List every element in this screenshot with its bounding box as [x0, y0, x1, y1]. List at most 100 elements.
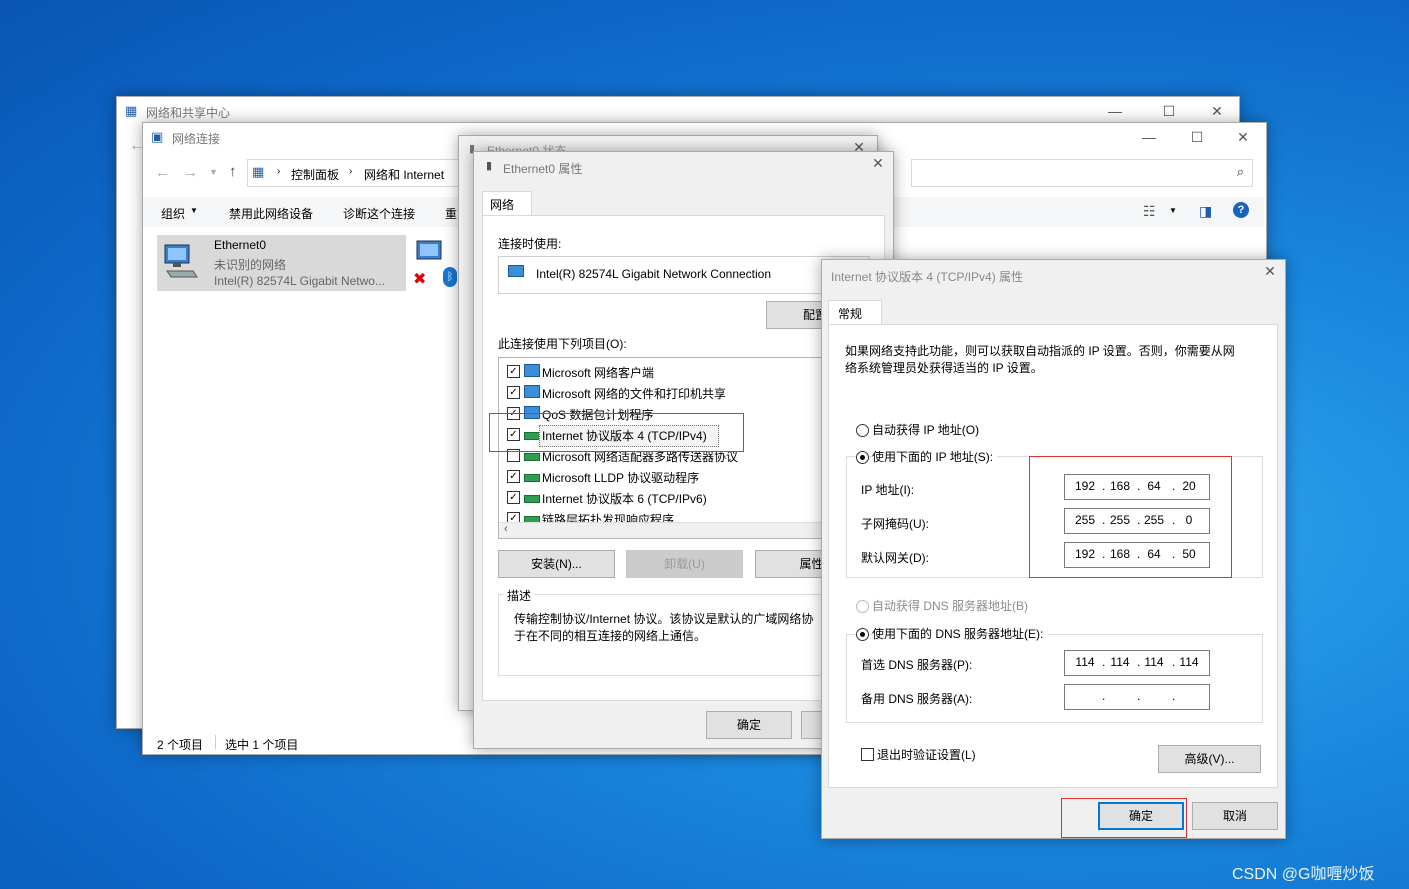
properties-title-icon: ▮ [486, 160, 493, 172]
description-line-2: 于在不同的相互连接的网络上通信。 [514, 629, 707, 643]
maximize-button[interactable]: ☐ [1179, 126, 1215, 148]
forward-arrow-icon[interactable]: → [183, 164, 198, 181]
rename-button[interactable]: 重 [445, 205, 457, 222]
adapter-status: 未识别的网络 [214, 258, 287, 272]
dns1-octet-3: 114 [1144, 655, 1164, 669]
item-checkbox[interactable]: ✓ [507, 386, 520, 399]
bluetooth-adapter-tile[interactable]: ✖ ᛒ [413, 235, 463, 291]
minimize-button[interactable]: — [1131, 126, 1167, 148]
file-sharing-icon [524, 385, 540, 398]
item-label: Microsoft LLDP 协议驱动程序 [542, 471, 700, 485]
client-icon [524, 364, 540, 377]
close-button[interactable]: ✕ [1252, 260, 1288, 282]
recent-dropdown-icon[interactable]: ▼ [209, 167, 218, 177]
advanced-button[interactable]: 高级(V)... [1158, 745, 1261, 773]
auto-dns-label: 自动获得 DNS 服务器地址(B) [872, 599, 1029, 613]
back-arrow-icon[interactable]: ← [155, 164, 170, 181]
tab-network[interactable]: 网络 [482, 191, 532, 216]
adapter-name: Intel(R) 82574L Gigabit Network Connecti… [536, 267, 772, 281]
intro-line-1: 如果网络支持此功能，则可以获取自动指派的 IP 设置。否则，你需要从网 [845, 344, 1235, 358]
organize-menu[interactable]: 组织 [161, 205, 185, 222]
tab-general[interactable]: 常规 [828, 300, 882, 325]
list-item[interactable]: ✓ Microsoft 网络客户端 [499, 363, 859, 383]
gateway-label: 默认网关(D): [861, 551, 929, 565]
octet-separator: . [1172, 655, 1176, 669]
diagnose-button[interactable]: 诊断这个连接 [343, 205, 415, 222]
help-icon[interactable]: ? [1233, 202, 1249, 218]
tab-label: 常规 [838, 307, 863, 321]
octet-separator: . [1102, 655, 1106, 669]
breadcrumb-control-panel[interactable]: 控制面板 [291, 166, 339, 183]
list-item[interactable]: ✓ Internet 协议版本 6 (TCP/IPv6) [499, 489, 859, 509]
preview-pane-icon[interactable]: ◨ [1199, 203, 1212, 220]
item-label: Microsoft 网络的文件和打印机共享 [542, 387, 727, 401]
auto-ip-label[interactable]: 自动获得 IP 地址(O) [872, 421, 979, 438]
adapter-icon [508, 265, 524, 277]
install-button[interactable]: 安装(N)... [498, 550, 615, 578]
network-adapter-icon [163, 241, 199, 278]
octet-separator: . [1172, 689, 1176, 703]
close-button[interactable]: ✕ [1199, 100, 1235, 122]
items-label: 此连接使用下列项目(O): [498, 337, 627, 351]
list-item[interactable]: ✓ Microsoft 网络的文件和打印机共享 [499, 384, 859, 404]
intro-line-2: 络系统管理员处获得适当的 IP 设置。 [845, 361, 1043, 375]
ok-button[interactable]: 确定 [706, 711, 792, 739]
scroll-left-icon[interactable]: ‹ [504, 523, 508, 535]
manual-ip-radio[interactable] [856, 451, 869, 464]
window-title: 网络连接 [172, 132, 221, 146]
control-panel-icon: ▦ [252, 164, 265, 179]
auto-ip-radio[interactable] [856, 424, 869, 437]
validate-label[interactable]: 退出时验证设置(L) [877, 746, 976, 763]
description-title: 描述 [504, 587, 535, 604]
protocol-icon [524, 453, 540, 461]
horizontal-scrollbar[interactable]: ‹ [499, 522, 867, 538]
close-button[interactable]: ✕ [1225, 126, 1261, 148]
item-checkbox[interactable]: ✓ [507, 470, 520, 483]
manual-dns-label[interactable]: 使用下面的 DNS 服务器地址(E): [872, 625, 1048, 642]
network-connections-icon: ▣ [151, 129, 164, 144]
item-checkbox[interactable]: ✓ [507, 491, 520, 504]
up-arrow-icon[interactable]: ↑ [229, 163, 237, 180]
window-title: Internet 协议版本 4 (TCP/IPv4) 属性 [831, 270, 1024, 284]
adapter-field: Intel(R) 82574L Gigabit Network Connecti… [498, 256, 870, 294]
close-button[interactable]: ✕ [860, 152, 896, 174]
auto-dns-radio [856, 600, 869, 613]
cancel-button[interactable]: 取消 [1192, 802, 1278, 830]
status-divider [215, 735, 216, 749]
breadcrumb-separator-icon: › [349, 166, 353, 177]
manual-dns-radio[interactable] [856, 628, 869, 641]
disable-device-button[interactable]: 禁用此网络设备 [229, 205, 313, 222]
octet-separator: . [1137, 689, 1141, 703]
disconnected-x-icon: ✖ [413, 271, 427, 288]
alternate-dns-input[interactable]: . . . [1064, 684, 1210, 710]
highlight-ipv4-item [489, 413, 744, 452]
window-title: Ethernet0 属性 [503, 162, 583, 176]
selected-count: 选中 1 个项目 [225, 738, 299, 752]
maximize-button[interactable]: ☐ [1151, 100, 1187, 122]
item-checkbox[interactable]: ✓ [507, 365, 520, 378]
adapter-tile-ethernet0[interactable]: Ethernet0 未识别的网络 Intel(R) 82574L Gigabit… [157, 235, 406, 291]
protocol-icon [524, 474, 540, 482]
search-input[interactable]: ⌕ [911, 159, 1253, 187]
connect-using-label: 连接时使用: [498, 237, 562, 251]
tab-label: 网络 [490, 198, 515, 212]
item-label: Internet 协议版本 6 (TCP/IPv6) [542, 492, 707, 506]
octet-separator: . [1102, 689, 1106, 703]
validate-checkbox[interactable] [861, 748, 874, 761]
breadcrumb-network-internet[interactable]: 网络和 Internet [364, 166, 444, 183]
subnet-mask-label: 子网掩码(U): [861, 517, 929, 531]
dns1-octet-2: 114 [1110, 655, 1130, 669]
octet-separator: . [1137, 655, 1141, 669]
chevron-down-icon[interactable]: ▼ [1169, 206, 1177, 215]
bluetooth-icon: ᛒ [443, 267, 457, 287]
view-options-icon[interactable]: ☷ [1143, 203, 1156, 220]
chevron-down-icon: ▼ [190, 206, 198, 215]
preferred-dns-input[interactable]: 114 . 114 . 114 . 114 [1064, 650, 1210, 676]
list-item[interactable]: ✓ Microsoft LLDP 协议驱动程序 [499, 468, 859, 488]
adapter-device: Intel(R) 82574L Gigabit Netwo... [214, 274, 385, 288]
item-count: 2 个项目 [157, 738, 204, 752]
title-bar: ▦ 网络和共享中心 — ☐ ✕ [117, 97, 1239, 125]
description-line-1: 传输控制协议/Internet 协议。该协议是默认的广域网络协 [514, 612, 814, 626]
minimize-button[interactable]: — [1097, 100, 1133, 122]
manual-ip-label[interactable]: 使用下面的 IP 地址(S): [872, 448, 998, 465]
